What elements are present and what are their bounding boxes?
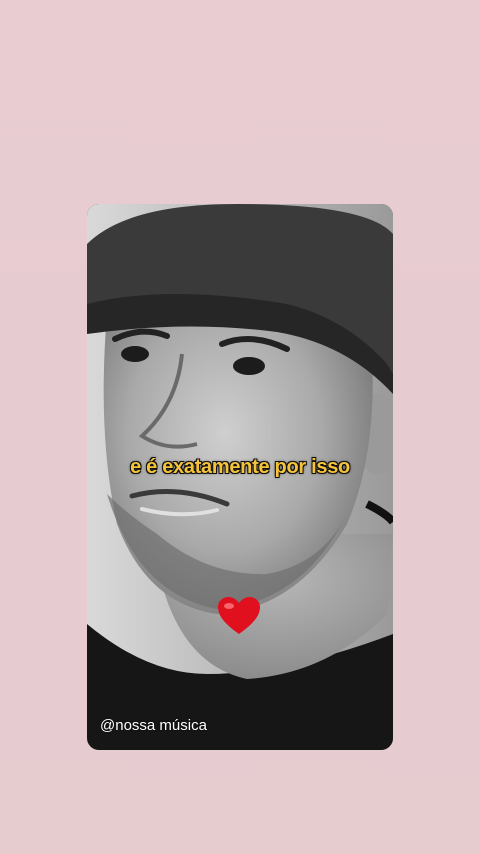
video-card[interactable]: e é exatamente por isso @nossa música [87,204,393,750]
video-caption: e é exatamente por isso [130,456,350,478]
heart-icon [218,597,260,634]
watermark-handle: @nossa música [100,717,207,734]
